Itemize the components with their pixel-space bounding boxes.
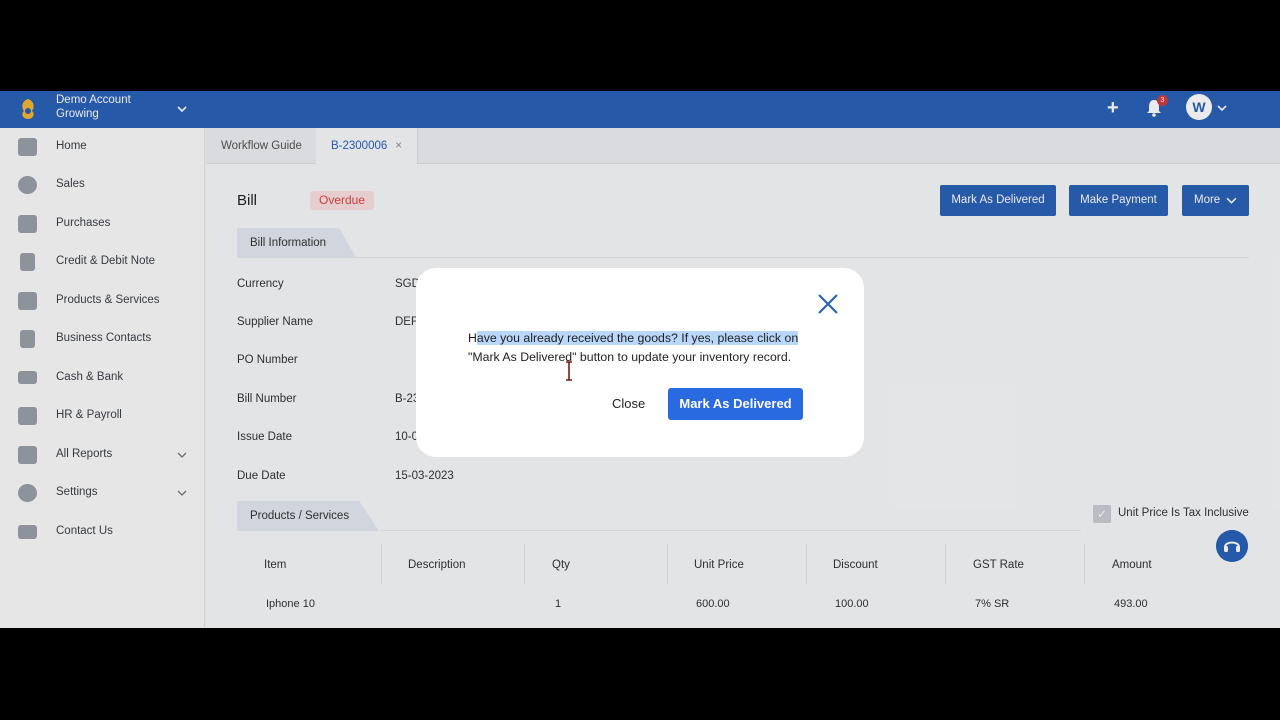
close-button[interactable]: Close: [612, 396, 645, 411]
text-cursor-icon: [566, 361, 572, 381]
close-icon[interactable]: [816, 292, 840, 316]
dialog-message: Have you already received the goods? If …: [468, 329, 820, 367]
message-line-2: "Mark As Delivered" button to update you…: [468, 350, 792, 364]
mark-as-delivered-confirm-button[interactable]: Mark As Delivered: [668, 388, 803, 420]
selected-text: ave you already received the goods? If y…: [476, 331, 799, 345]
message-first-char: H: [468, 331, 477, 345]
confirm-delivery-dialog: Have you already received the goods? If …: [416, 268, 864, 457]
